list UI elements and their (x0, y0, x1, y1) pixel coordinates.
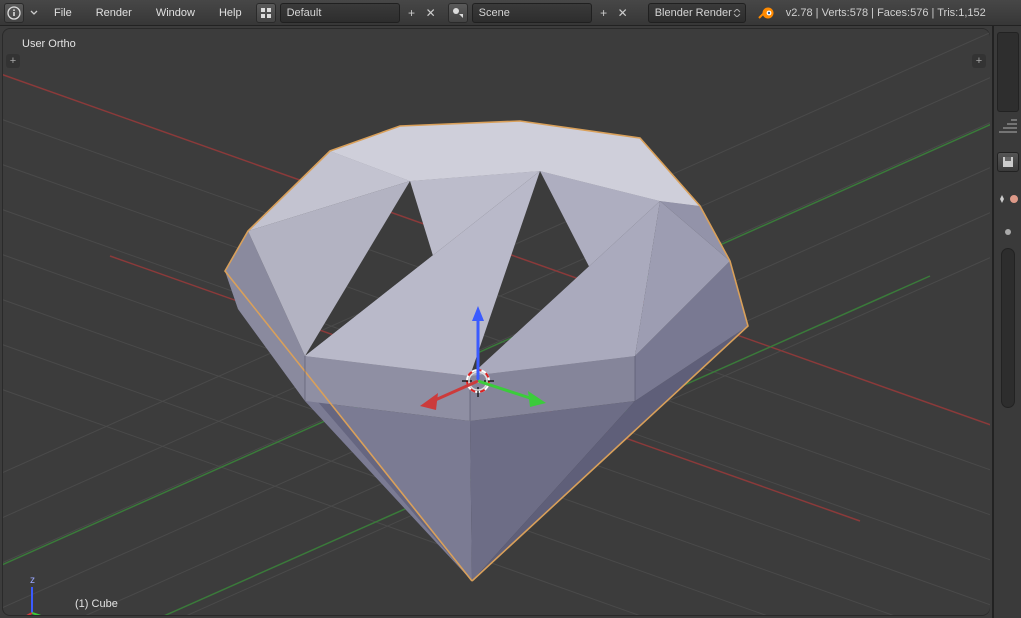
viewport-scene: z y (0, 26, 993, 618)
scene-remove-button[interactable]: ✕ (616, 6, 630, 20)
active-object-label: (1) Cube (75, 598, 118, 610)
layout-dropdown[interactable]: Default (280, 3, 400, 23)
menu-render[interactable]: Render (86, 0, 142, 26)
chevron-updown-icon (733, 9, 741, 17)
menu-file[interactable]: File (44, 0, 82, 26)
layout-dropdown-label: Default (287, 7, 322, 19)
stats-verts-value: 578 (850, 7, 868, 19)
menu-help[interactable]: Help (209, 0, 252, 26)
properties-scroll-track[interactable] (1001, 248, 1015, 408)
svg-text:z: z (30, 575, 35, 586)
scene-icon (452, 7, 464, 19)
menu-window[interactable]: Window (146, 0, 205, 26)
stats-tris-label: Tris: (937, 7, 958, 19)
scene-dropdown[interactable]: Scene (472, 3, 592, 23)
stats-verts-label: Verts: (822, 7, 850, 19)
stats-faces-value: 576 (910, 7, 928, 19)
render-engine-label: Blender Render (655, 7, 732, 19)
right-sidebar (993, 26, 1021, 618)
top-menu-bar: File Render Window Help Default + ✕ Scen… (0, 0, 1021, 26)
stats-faces-label: Faces: (877, 7, 910, 19)
pin-row (996, 190, 1020, 208)
info-icon (7, 6, 21, 20)
toolbar-expand-handle[interactable]: + (6, 54, 20, 68)
blender-logo-icon (756, 3, 776, 23)
outliner-collapsed-slot[interactable] (997, 32, 1019, 112)
active-object-index: (1) (75, 598, 88, 610)
stats-tris-value: 1,152 (958, 7, 986, 19)
3d-viewport[interactable]: z y User Ortho (1) Cube + + (0, 26, 993, 618)
layout-remove-button[interactable]: ✕ (424, 6, 438, 20)
active-object-name: Cube (92, 598, 118, 610)
render-engine-dropdown[interactable]: Blender Render (648, 3, 746, 23)
stats-version: v2.78 (786, 7, 813, 19)
layout-add-button[interactable]: + (404, 3, 420, 23)
view-mode-label: User Ortho (22, 38, 76, 50)
scene-add-button[interactable]: + (596, 3, 612, 23)
scene-dropdown-label: Scene (479, 7, 510, 19)
slider-handle-icon[interactable] (997, 226, 1019, 238)
area-split-corner-icon[interactable] (997, 118, 1019, 134)
pin-icon[interactable] (996, 190, 1008, 208)
info-editor-icon[interactable] (4, 3, 24, 23)
save-icon[interactable] (997, 152, 1019, 172)
stats-text: v2.78 | Verts:578 | Faces:576 | Tris:1,1… (782, 7, 986, 19)
workspace: z y User Ortho (1) Cube + + (0, 26, 1021, 618)
layout-browse-icon[interactable] (256, 3, 276, 23)
dropdown-caret-icon[interactable] (28, 3, 40, 23)
grid-icon (260, 7, 272, 19)
context-render-icon[interactable] (1008, 190, 1020, 208)
scene-browse-icon[interactable] (448, 3, 468, 23)
panel-expand-handle[interactable]: + (972, 54, 986, 68)
